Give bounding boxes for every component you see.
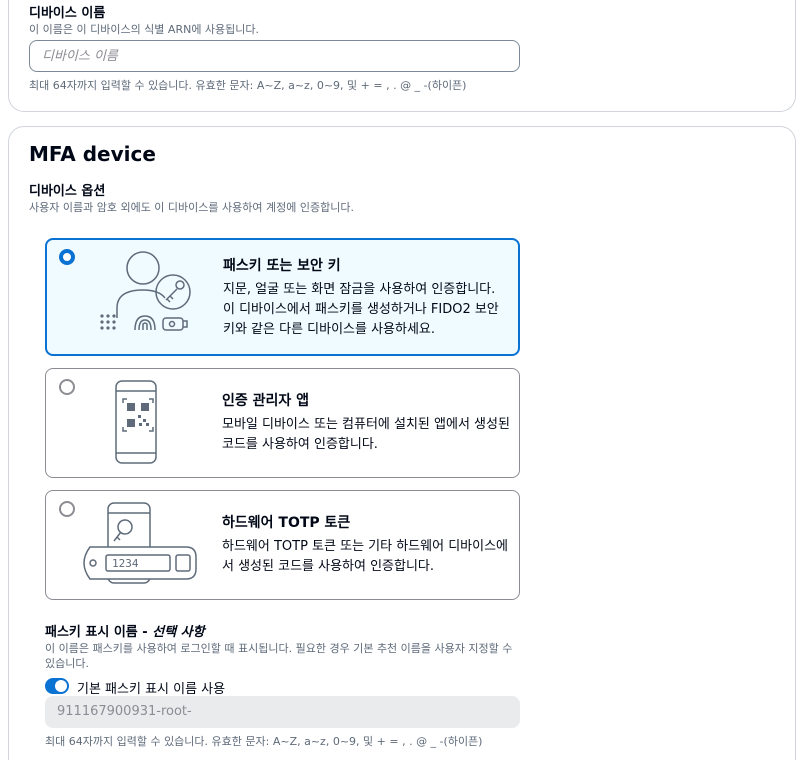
option-authenticator-app-title: 인증 관리자 앱	[222, 393, 310, 409]
radio-passkey[interactable]	[59, 249, 75, 265]
passkey-display-name-input: 911167900931-root-	[45, 696, 520, 728]
radio-hardware-totp[interactable]	[59, 501, 75, 517]
passkey-illustration-icon	[100, 251, 191, 331]
option-authenticator-app[interactable]: 인증 관리자 앱 모바일 디바이스 또는 컴퓨터에 설치된 앱에서 생성된 코드…	[45, 368, 520, 478]
radio-authenticator-app[interactable]	[59, 379, 75, 395]
authenticator-app-illustration-icon	[115, 380, 157, 464]
passkey-display-name-description: 이 이름은 패스키를 사용하여 로그인할 때 표시됩니다. 필요한 경우 기본 …	[45, 642, 513, 670]
option-hardware-totp-title: 하드웨어 TOTP 토큰	[222, 515, 351, 531]
passkey-display-name-label-text: 패스키 표시 이름 -	[45, 625, 153, 640]
option-hardware-totp-description: 하드웨어 TOTP 토큰 또는 기타 하드웨어 디바이스에서 생성된 코드를 사…	[222, 539, 508, 574]
option-passkey-title: 패스키 또는 보안 키	[223, 258, 341, 274]
option-passkey-description: 지문, 얼굴 또는 화면 잠금을 사용하여 인증합니다. 이 디바이스에서 패스…	[223, 282, 499, 337]
default-name-toggle-label: 기본 패스키 표시 이름 사용	[77, 682, 226, 697]
device-name-constraint: 최대 64자까지 입력할 수 있습니다. 유효한 문자: A~Z, a~z, 0…	[29, 79, 467, 92]
toggle-knob	[55, 680, 67, 692]
mfa-section-title: MFA device	[29, 142, 156, 166]
device-name-description: 이 이름은 이 디바이스의 식별 ARN에 사용됩니다.	[29, 23, 260, 36]
optional-label: 선택 사항	[152, 625, 205, 640]
hardware-token-illustration-icon: 1234	[83, 502, 197, 584]
device-name-label: 디바이스 이름	[29, 6, 106, 21]
option-authenticator-app-description: 모바일 디바이스 또는 컴퓨터에 설치된 앱에서 생성된 코드를 사용하여 인증…	[222, 417, 510, 452]
token-display-digits: 1234	[112, 557, 139, 570]
passkey-display-name-constraint: 최대 64자까지 입력할 수 있습니다. 유효한 문자: A~Z, a~z, 0…	[45, 735, 483, 748]
default-name-toggle[interactable]	[45, 678, 69, 694]
option-hardware-totp[interactable]: 1234 하드웨어 TOTP 토큰 하드웨어 TOTP 토큰 또는 기타 하드웨…	[45, 490, 520, 600]
device-options-description: 사용자 이름과 암호 외에도 이 디바이스를 사용하여 계정에 인증합니다.	[29, 201, 354, 214]
device-name-input[interactable]	[29, 40, 520, 72]
passkey-display-name-label: 패스키 표시 이름 - 선택 사항	[45, 621, 205, 640]
device-options-label: 디바이스 옵션	[29, 184, 106, 199]
option-passkey[interactable]: 패스키 또는 보안 키 지문, 얼굴 또는 화면 잠금을 사용하여 인증합니다.…	[45, 238, 520, 356]
